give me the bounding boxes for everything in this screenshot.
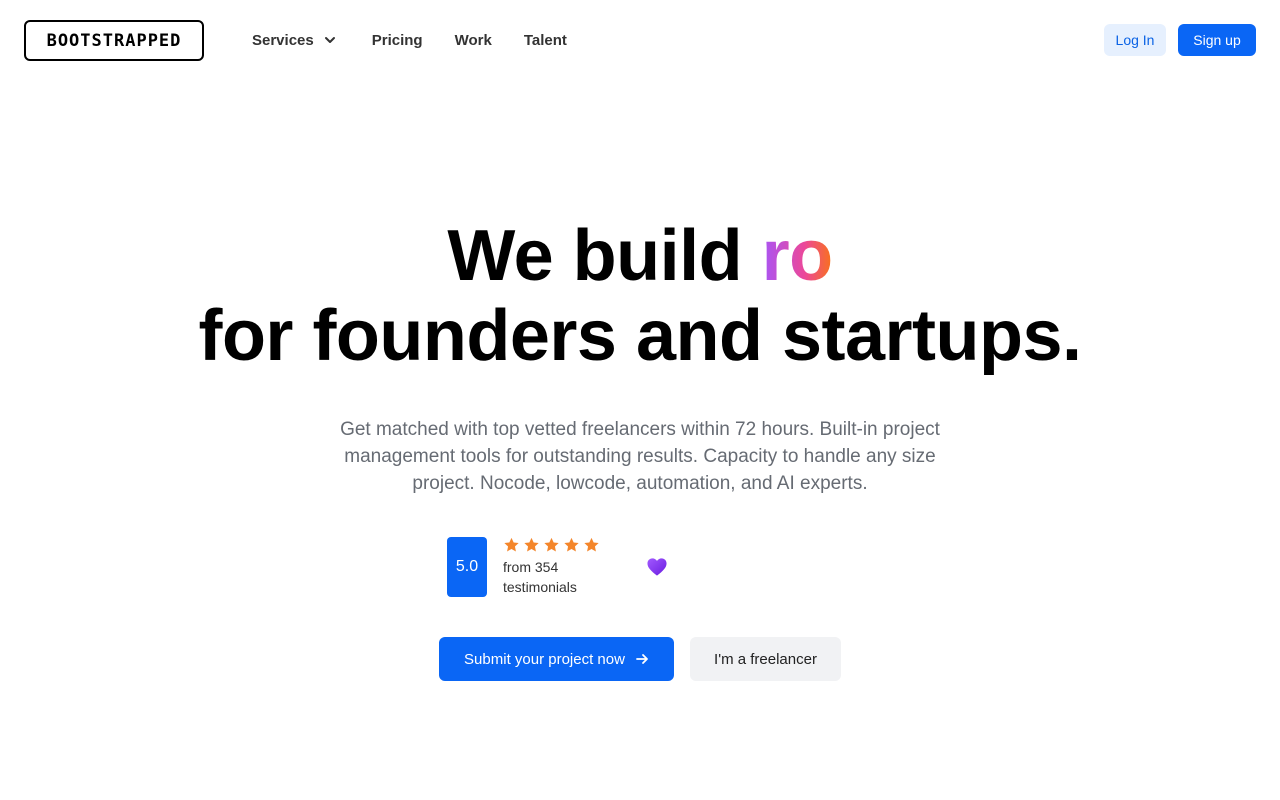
headline-prefix: We build (447, 216, 762, 296)
nav-services[interactable]: Services (252, 32, 338, 49)
star-icon (582, 536, 601, 554)
heart-icon (646, 557, 668, 577)
rating-stars (502, 536, 601, 554)
nav-work[interactable]: Work (455, 32, 492, 49)
logo[interactable]: BOOTSTRAPPED (24, 20, 204, 61)
star-icon (562, 536, 581, 554)
nav-services-label: Services (252, 31, 314, 49)
arrow-right-icon (635, 652, 649, 666)
signup-button[interactable]: Sign up (1178, 24, 1256, 56)
hero-subtitle: Get matched with top vetted freelancers … (340, 419, 940, 494)
landing-page: BOOTSTRAPPED Services Pricing Work Talen… (0, 0, 1280, 800)
headline-rotating-word: ro (761, 216, 834, 296)
star-icon (522, 536, 541, 554)
freelancer-button[interactable]: I'm a freelancer (690, 637, 841, 681)
login-button[interactable]: Log In (1104, 24, 1166, 56)
main-nav: Services Pricing Work Talent (252, 27, 567, 53)
star-icon (542, 536, 561, 554)
chevron-down-icon (322, 32, 338, 48)
submit-project-label: Submit your project now (464, 650, 625, 668)
rating-score-badge: 5.0 (447, 537, 487, 597)
submit-project-button[interactable]: Submit your project now (439, 637, 674, 681)
hero-headline-line-2: for founders and startups. (198, 296, 1082, 376)
nav-talent[interactable]: Talent (524, 32, 567, 49)
star-icon (502, 536, 521, 554)
nav-pricing[interactable]: Pricing (372, 32, 423, 49)
header: BOOTSTRAPPED Services Pricing Work Talen… (0, 0, 1280, 80)
hero-headline-line-1: We build ro (0, 216, 1280, 296)
rating-testimonials-text: from 354 testimonials (503, 559, 577, 595)
